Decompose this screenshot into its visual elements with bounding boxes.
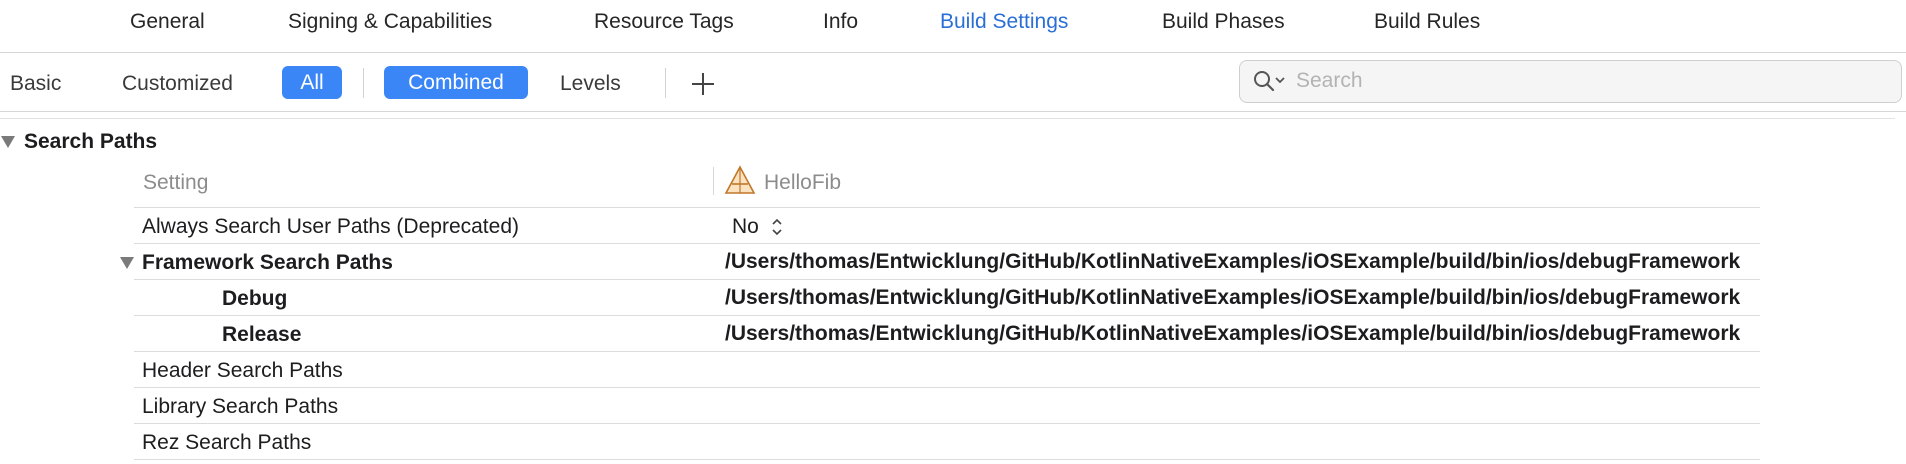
row-divider xyxy=(134,423,1760,424)
setting-name-always-search-user-paths[interactable]: Always Search User Paths (Deprecated) xyxy=(142,215,519,239)
tab-build-settings[interactable]: Build Settings xyxy=(940,10,1068,34)
setting-value-debug[interactable]: /Users/thomas/Entwicklung/GitHub/KotlinN… xyxy=(725,286,1740,310)
row-divider xyxy=(134,315,1760,316)
column-separator xyxy=(713,167,714,195)
tab-info[interactable]: Info xyxy=(823,10,858,34)
filter-basic-button[interactable]: Basic xyxy=(10,72,61,96)
row-divider xyxy=(134,207,1760,208)
tab-resource-tags[interactable]: Resource Tags xyxy=(594,10,734,34)
header-separator xyxy=(0,118,1895,119)
view-divider xyxy=(665,68,666,98)
view-combined-button[interactable]: Combined xyxy=(384,66,528,99)
row-divider xyxy=(134,351,1760,352)
setting-name-debug[interactable]: Debug xyxy=(222,287,287,311)
section-title: Search Paths xyxy=(24,130,158,153)
filter-bar: Basic Customized All Combined Levels xyxy=(0,53,1906,112)
view-levels-button[interactable]: Levels xyxy=(560,72,621,96)
setting-name-rez-search-paths[interactable]: Rez Search Paths xyxy=(142,431,311,455)
plus-icon[interactable] xyxy=(688,69,718,99)
filter-all-button[interactable]: All xyxy=(282,66,342,99)
tab-build-rules[interactable]: Build Rules xyxy=(1374,10,1480,34)
row-divider xyxy=(134,459,1760,460)
setting-name-framework-search-paths[interactable]: Framework Search Paths xyxy=(142,251,393,275)
setting-name-release[interactable]: Release xyxy=(222,323,301,347)
search-field[interactable] xyxy=(1239,60,1902,103)
tab-build-phases[interactable]: Build Phases xyxy=(1162,10,1285,34)
search-icon[interactable] xyxy=(1252,69,1288,93)
row-divider xyxy=(134,387,1760,388)
disclosure-triangle-icon[interactable] xyxy=(119,256,135,270)
setting-value-release[interactable]: /Users/thomas/Entwicklung/GitHub/KotlinN… xyxy=(725,322,1740,346)
setting-name-header-search-paths[interactable]: Header Search Paths xyxy=(142,359,343,383)
filter-customized-button[interactable]: Customized xyxy=(122,72,233,96)
filter-divider xyxy=(363,68,364,98)
tab-general[interactable]: General xyxy=(130,10,205,34)
row-divider xyxy=(134,279,1760,280)
setting-name-library-search-paths[interactable]: Library Search Paths xyxy=(142,395,338,419)
row-divider xyxy=(134,243,1760,244)
stepper-icon[interactable] xyxy=(771,217,783,237)
tab-signing-capabilities[interactable]: Signing & Capabilities xyxy=(288,10,492,34)
target-app-icon xyxy=(724,165,756,194)
column-header-target: HelloFib xyxy=(764,171,842,194)
search-input[interactable] xyxy=(1296,65,1886,97)
setting-value-framework-search-paths[interactable]: /Users/thomas/Entwicklung/GitHub/KotlinN… xyxy=(725,250,1740,274)
column-header-setting: Setting xyxy=(143,171,209,194)
section-disclosure-triangle-icon[interactable] xyxy=(0,134,16,150)
setting-value-always-search-user-paths[interactable]: No xyxy=(732,215,759,239)
editor-tab-bar: General Signing & Capabilities Resource … xyxy=(0,0,1906,53)
